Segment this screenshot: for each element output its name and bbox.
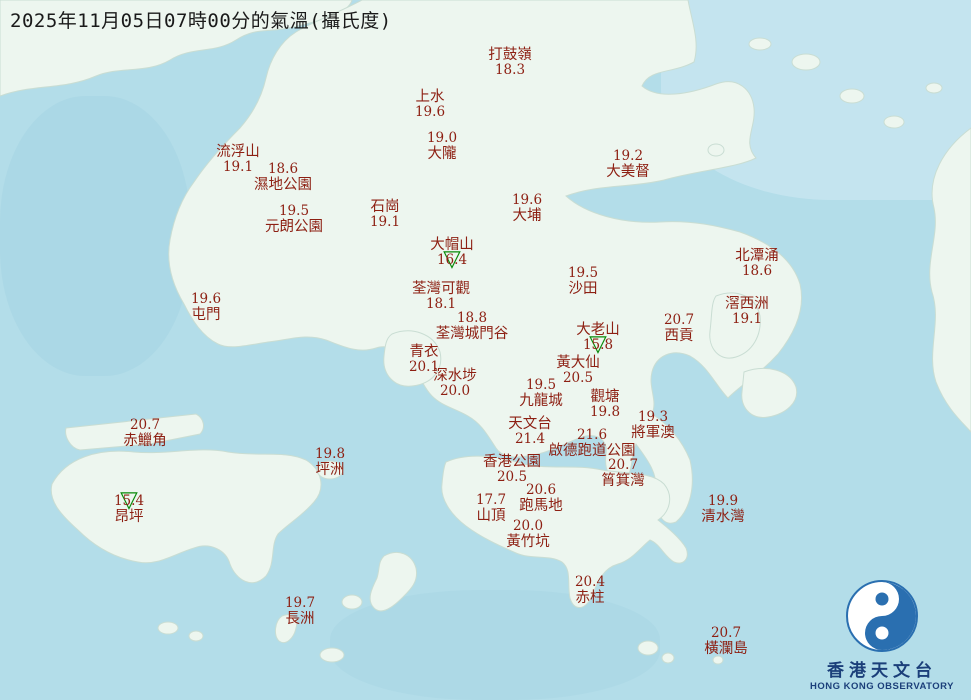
hko-emblem-icon — [846, 580, 918, 652]
hko-logo: 香港天文台 HONG KONG OBSERVATORY — [807, 578, 957, 692]
temperature-map-screen: 2025年11月05日07時00分的氣溫(攝氏度) 打鼓嶺 18.3 上水 19.6 1… — [0, 0, 971, 700]
logo-name-en: HONG KONG OBSERVATORY — [809, 681, 955, 692]
page-title: 2025年11月05日07時00分的氣溫(攝氏度) — [10, 10, 392, 32]
logo-name-zh: 香港天文台 — [827, 661, 937, 681]
